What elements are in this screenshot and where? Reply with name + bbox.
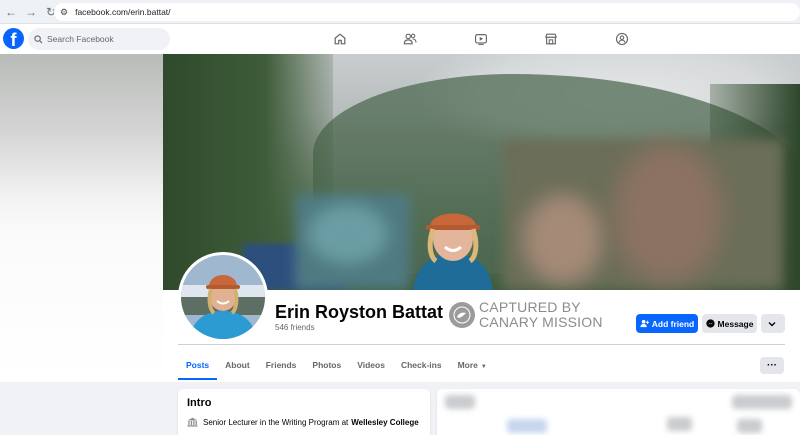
facebook-header: f bbox=[0, 24, 800, 54]
tab-more[interactable]: More ▼ bbox=[450, 352, 495, 380]
url-text: facebook.com/erin.battat/ bbox=[75, 7, 171, 17]
tab-more-label: More bbox=[457, 360, 478, 370]
profile-more-dropdown[interactable] bbox=[761, 314, 785, 333]
intro-employer-link[interactable]: Wellesley College bbox=[351, 418, 418, 427]
tab-posts[interactable]: Posts bbox=[178, 352, 218, 380]
intro-work-line: Senior Lecturer in the Writing Program a… bbox=[187, 417, 419, 427]
tab-videos[interactable]: Videos bbox=[349, 352, 393, 380]
profile-divider bbox=[178, 344, 785, 345]
cover-person bbox=[413, 213, 493, 290]
tab-friends-label: Friends bbox=[265, 360, 297, 370]
tab-check-ins[interactable]: Check-ins bbox=[393, 352, 450, 380]
tab-check-ins-label: Check-ins bbox=[400, 360, 442, 370]
messenger-icon bbox=[705, 319, 715, 328]
home-icon[interactable] bbox=[332, 31, 348, 47]
friends-icon[interactable] bbox=[402, 31, 418, 47]
school-icon bbox=[187, 417, 198, 427]
cover-left-fade bbox=[0, 54, 163, 229]
watermark-line-1: CAPTURED BY bbox=[479, 299, 581, 315]
avatar-photo bbox=[181, 255, 265, 339]
watermark-line-2: CANARY MISSION bbox=[479, 314, 603, 330]
blurred-face-right-b bbox=[613, 144, 723, 284]
search-box[interactable] bbox=[28, 28, 170, 50]
profile-name: Erin Royston Battat bbox=[275, 302, 444, 322]
search-icon bbox=[34, 34, 43, 43]
blurred-element bbox=[737, 419, 762, 433]
tabs-overflow-button[interactable]: ··· bbox=[760, 357, 784, 374]
canary-mission-watermark: CAPTURED BY CANARY MISSION bbox=[449, 300, 603, 330]
add-friend-icon bbox=[640, 319, 649, 328]
site-settings-icon[interactable]: ⚙ bbox=[60, 7, 68, 18]
friends-count-link[interactable]: 546 friends bbox=[275, 323, 315, 332]
groups-icon[interactable] bbox=[614, 31, 630, 47]
profile-header-left bbox=[0, 229, 163, 382]
marketplace-icon[interactable] bbox=[543, 31, 559, 47]
canary-seal-icon bbox=[449, 302, 475, 328]
blurred-element bbox=[445, 395, 475, 409]
search-input[interactable] bbox=[47, 34, 157, 44]
tab-posts-label: Posts bbox=[186, 360, 210, 370]
facebook-logo-icon[interactable]: f bbox=[3, 28, 24, 49]
tab-friends[interactable]: Friends bbox=[258, 352, 305, 380]
blurred-element bbox=[732, 395, 792, 409]
caret-down-icon: ▼ bbox=[480, 364, 487, 370]
blurred-face-right-a bbox=[523, 194, 603, 284]
blurred-face-left-highlight bbox=[308, 204, 388, 264]
chevron-down-icon bbox=[768, 321, 775, 326]
watch-icon[interactable] bbox=[473, 31, 489, 47]
intro-job-title: Senior Lecturer in the Writing Program a… bbox=[203, 417, 349, 427]
intro-title: Intro bbox=[187, 397, 212, 409]
address-bar[interactable]: ⚙ facebook.com/erin.battat/ bbox=[54, 3, 800, 21]
blurred-element bbox=[667, 417, 692, 431]
profile-tabs: Posts About Friends Photos Videos Check-… bbox=[178, 352, 495, 380]
intro-card: Intro Senior Lecturer in the Writing Pro… bbox=[178, 389, 430, 435]
tab-photos[interactable]: Photos bbox=[304, 352, 349, 380]
profile-avatar[interactable] bbox=[178, 252, 268, 342]
tab-videos-label: Videos bbox=[357, 360, 385, 370]
add-friend-button[interactable]: Add friend bbox=[636, 314, 698, 333]
add-friend-label: Add friend bbox=[651, 318, 695, 329]
tab-photos-label: Photos bbox=[312, 360, 342, 370]
message-button[interactable]: Message bbox=[702, 314, 757, 333]
tab-about-label: About bbox=[225, 360, 250, 370]
back-arrow-icon[interactable]: ← bbox=[2, 3, 20, 21]
featured-card bbox=[437, 389, 800, 435]
forward-arrow-icon[interactable]: → bbox=[22, 3, 40, 21]
blurred-element bbox=[507, 419, 547, 433]
facebook-logo-letter: f bbox=[10, 30, 17, 49]
cover-photo[interactable] bbox=[163, 54, 800, 290]
browser-toolbar: ← → ↻ ⚙ facebook.com/erin.battat/ bbox=[0, 0, 800, 24]
tab-about[interactable]: About bbox=[217, 352, 258, 380]
message-label: Message bbox=[717, 318, 754, 329]
